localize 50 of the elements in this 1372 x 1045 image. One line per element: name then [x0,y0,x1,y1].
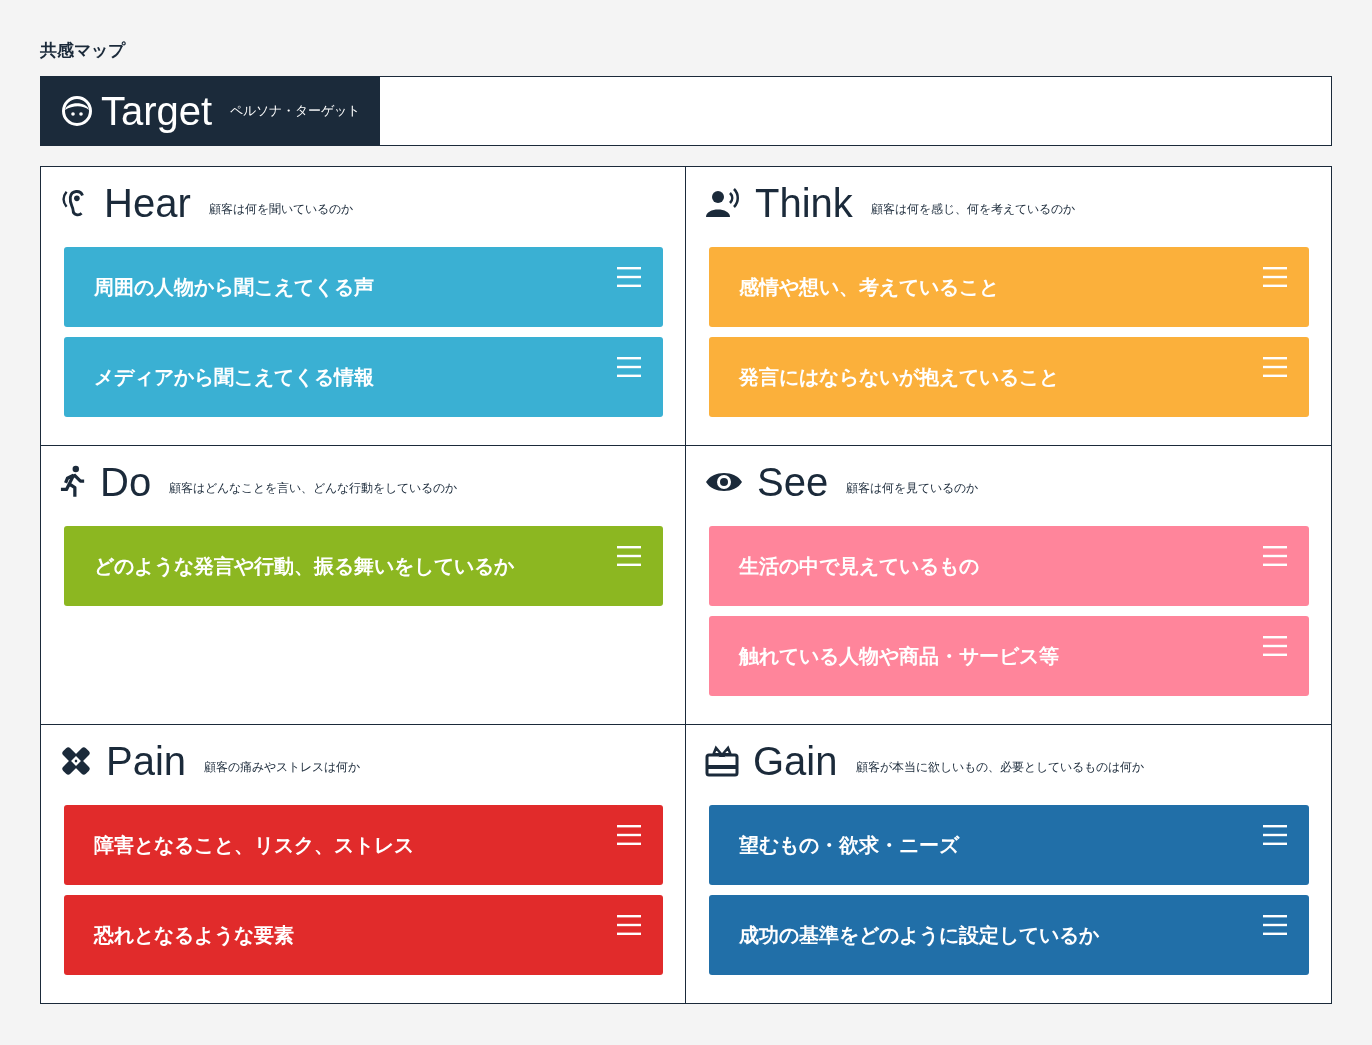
menu-icon[interactable] [617,825,641,845]
face-icon [61,95,93,127]
section-subtitle: 顧客は何を感じ、何を考えているのか [870,200,1075,218]
section-subtitle: 顧客が本当に欲しいもの、必要としているものは何か [855,758,1144,776]
menu-icon[interactable] [1263,825,1287,845]
target-title: Target [101,91,213,131]
note-card[interactable]: 生活の中で見えているもの [709,526,1309,606]
card-text: 生活の中で見えているもの [739,552,979,580]
page-title: 共感マップ [40,39,127,62]
section-subtitle: 顧客の痛みやストレスは何か [204,758,361,776]
gift-icon [705,745,739,777]
note-card[interactable]: 望むもの・欲求・ニーズ [709,805,1309,885]
card-text: メディアから聞こえてくる情報 [94,363,374,391]
note-card[interactable]: 発言にはならないが抱えていること [709,337,1309,417]
note-card[interactable]: 触れている人物や商品・サービス等 [709,616,1309,696]
note-card[interactable]: 恐れとなるような要素 [64,895,663,975]
card-text: 感情や想い、考えていること [739,273,999,301]
section-subtitle: 顧客は何を見ているのか [846,479,979,497]
card-text: 恐れとなるような要素 [94,921,294,949]
target-subtitle: ペルソナ・ターゲット [230,102,361,120]
menu-icon[interactable] [1263,636,1287,656]
card-text: 障害となること、リスク、ストレス [94,831,414,859]
section-title: Hear [104,183,191,223]
note-card[interactable]: 感情や想い、考えていること [709,247,1309,327]
menu-icon[interactable] [617,267,641,287]
menu-icon[interactable] [1263,546,1287,566]
card-text: 望むもの・欲求・ニーズ [739,831,959,859]
section-subtitle: 顧客は何を聞いているのか [208,200,353,218]
note-card[interactable]: 障害となること、リスク、ストレス [64,805,663,885]
section-title: Gain [753,741,838,781]
section-title: Do [100,462,152,502]
running-person-icon [60,465,86,499]
note-card[interactable]: どのような発言や行動、振る舞いをしているか [64,526,663,606]
note-card[interactable]: 周囲の人物から聞こえてくる声 [64,247,663,327]
section-title: Think [755,183,853,223]
note-card[interactable]: メディアから聞こえてくる情報 [64,337,663,417]
card-text: 周囲の人物から聞こえてくる声 [94,273,374,301]
section-title: Pain [106,741,187,781]
menu-icon[interactable] [617,915,641,935]
menu-icon[interactable] [617,546,641,566]
speaking-person-icon [705,187,741,219]
section-title: See [757,462,829,502]
card-text: 発言にはならないが抱えていること [739,363,1059,391]
card-text: どのような発言や行動、振る舞いをしているか [94,552,514,580]
card-text: 成功の基準をどのように設定しているか [739,921,1099,949]
note-card[interactable]: 成功の基準をどのように設定しているか [709,895,1309,975]
menu-icon[interactable] [617,357,641,377]
menu-icon[interactable] [1263,915,1287,935]
card-text: 触れている人物や商品・サービス等 [739,642,1059,670]
section-subtitle: 顧客はどんなことを言い、どんな行動をしているのか [169,479,458,497]
